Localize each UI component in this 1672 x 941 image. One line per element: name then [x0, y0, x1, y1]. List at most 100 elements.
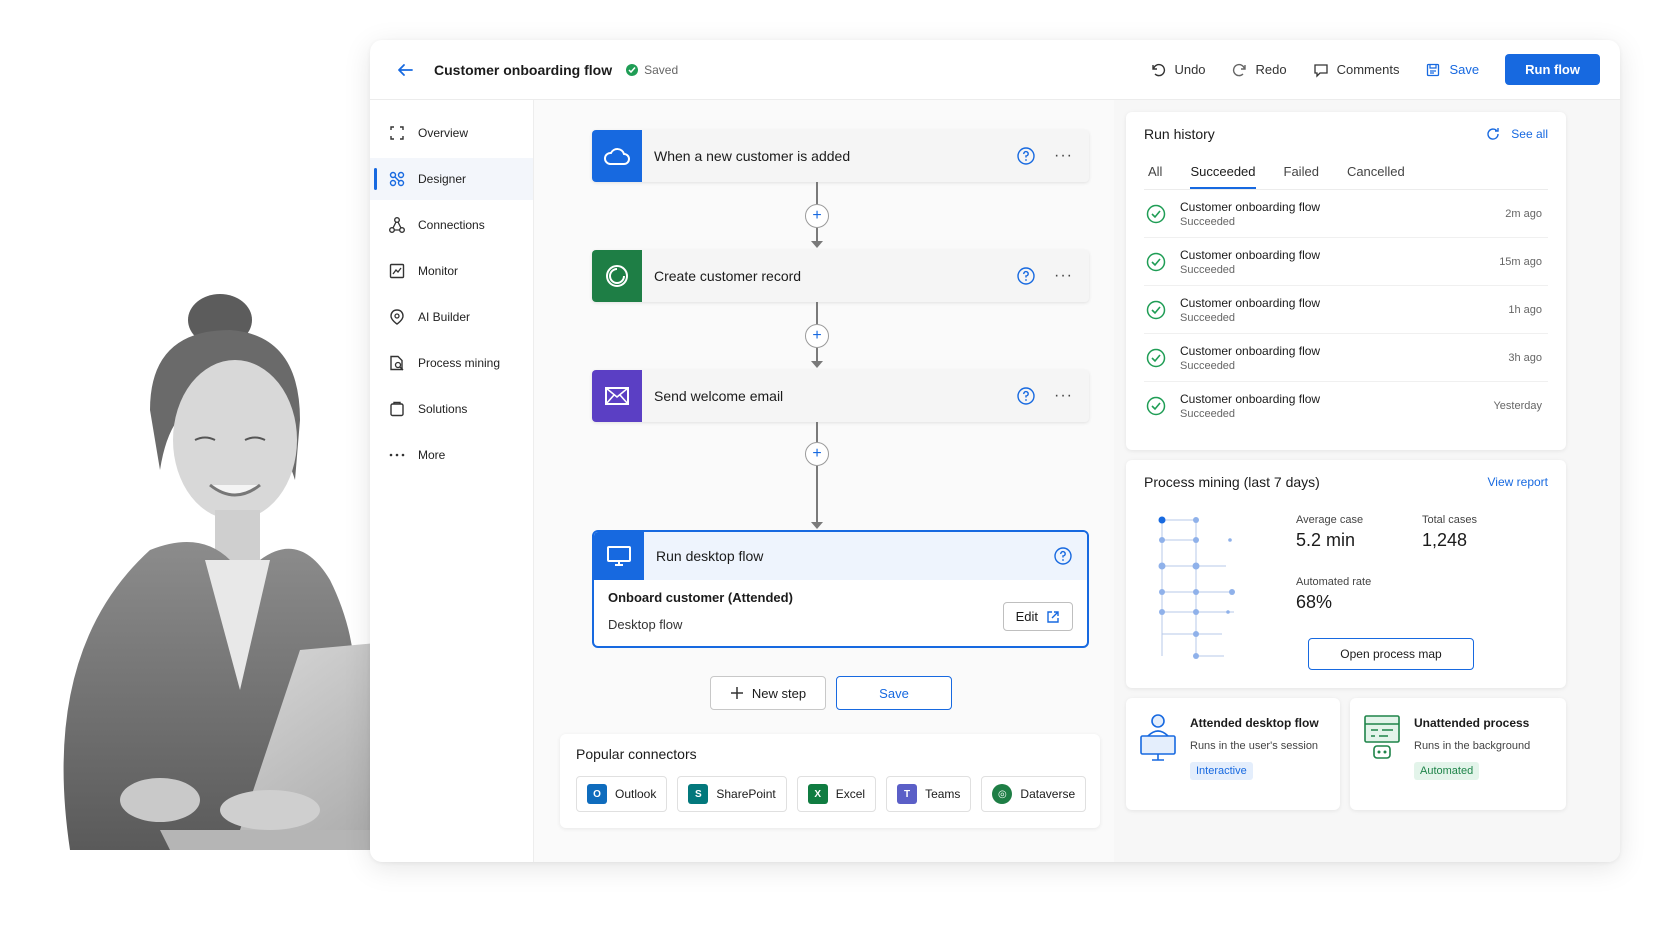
list-item[interactable]: Customer onboarding flow Succeeded 3h ag…	[1144, 334, 1548, 382]
new-step-button[interactable]: New step	[710, 676, 826, 710]
monitor-icon	[389, 263, 405, 279]
app-window: Customer onboarding flow Saved Undo Redo…	[370, 40, 1620, 862]
tab-failed[interactable]: Failed	[1284, 164, 1319, 189]
new-step-label: New step	[751, 685, 807, 701]
more-options-icon[interactable]: ···	[1054, 267, 1073, 285]
back-button[interactable]	[390, 55, 420, 85]
tab-succeeded[interactable]: Succeeded	[1190, 164, 1256, 189]
run-history-header: Run history See all	[1144, 126, 1548, 142]
check-circle-icon	[626, 63, 639, 76]
attended-user-icon	[1140, 714, 1176, 761]
connector-excel[interactable]: X Excel	[796, 776, 877, 812]
list-item[interactable]: Customer onboarding flow Succeeded 2m ag…	[1144, 190, 1548, 238]
sidebar-item-ai-builder[interactable]: AI Builder	[370, 296, 533, 338]
connector-label: Excel	[835, 787, 866, 801]
redo-icon	[1232, 63, 1246, 76]
sidebar-item-process-mining[interactable]: Process mining	[370, 342, 533, 384]
sidebar-item-label: AI Builder	[418, 310, 471, 324]
run-name: Customer onboarding flow	[1180, 343, 1321, 358]
designer-icon	[389, 171, 405, 187]
run-history-list: Customer onboarding flow Succeeded 2m ag…	[1144, 190, 1548, 430]
process-mining-title: Process mining (last 7 days)	[1144, 474, 1320, 490]
save-button[interactable]: Save	[1425, 62, 1479, 78]
connector-line	[816, 466, 818, 522]
help-icon[interactable]	[1016, 146, 1036, 166]
list-item[interactable]: Customer onboarding flow Succeeded 15m a…	[1144, 238, 1548, 286]
more-options-icon[interactable]: ···	[1054, 147, 1073, 165]
add-step-button[interactable]: +	[805, 442, 829, 466]
connector-teams[interactable]: T Teams	[886, 776, 972, 812]
sidebar-item-label: Connections	[418, 218, 485, 232]
save-label: Save	[1449, 62, 1480, 77]
teams-icon: T	[897, 784, 918, 804]
dataverse-icon	[592, 250, 642, 302]
tab-all[interactable]: All	[1148, 164, 1162, 189]
success-check-icon	[1146, 252, 1166, 271]
connector-line	[816, 422, 818, 442]
help-icon[interactable]	[1016, 386, 1036, 406]
list-item[interactable]: Customer onboarding flow Succeeded 1h ag…	[1144, 286, 1548, 334]
run-name: Customer onboarding flow	[1180, 392, 1321, 406]
run-name: Customer onboarding flow	[1180, 247, 1321, 262]
success-check-icon	[1146, 396, 1166, 416]
desktop-flow-step[interactable]: Run desktop flow Onboard customer (Atten…	[592, 530, 1089, 648]
attended-desktop-flow-card[interactable]: Attended desktop flow Runs in the user's…	[1126, 698, 1340, 810]
automated-rate-stat: Automated rate 68%	[1296, 576, 1371, 613]
popular-connectors-panel: Popular connectors O Outlook S SharePoin…	[560, 734, 1100, 828]
desktop-icon	[594, 532, 644, 580]
sidebar-item-label: Process mining	[418, 356, 501, 370]
run-text: Customer onboarding flow Succeeded	[1180, 200, 1505, 228]
help-icon[interactable]	[1016, 266, 1036, 286]
stat-label: Automated rate	[1296, 576, 1372, 588]
edit-button[interactable]: Edit	[1002, 602, 1073, 631]
attended-text: Attended desktop flow Runs in the user's…	[1190, 712, 1319, 796]
trigger-step[interactable]: When a new customer is added ···	[592, 130, 1089, 182]
view-report-link[interactable]: View report	[1488, 475, 1548, 489]
open-process-map-button[interactable]: Open process map	[1308, 638, 1474, 670]
interactive-badge: Interactive	[1190, 762, 1253, 780]
sidebar-item-label: More	[418, 448, 446, 462]
cloud-icon	[592, 130, 642, 182]
connector-outlook[interactable]: O Outlook	[576, 776, 668, 812]
add-step-button[interactable]: +	[805, 324, 829, 348]
send-email-step[interactable]: Send welcome email ···	[592, 370, 1089, 422]
unattended-text: Unattended process Runs in the backgroun…	[1414, 712, 1530, 796]
refresh-icon[interactable]	[1485, 126, 1501, 142]
tab-cancelled[interactable]: Cancelled	[1347, 164, 1405, 189]
connector-sharepoint[interactable]: S SharePoint	[677, 776, 787, 812]
sidebar-item-solutions[interactable]: Solutions	[370, 388, 533, 430]
sidebar-item-more[interactable]: More	[370, 434, 533, 476]
run-time: 15m ago	[1499, 255, 1542, 268]
see-all-link[interactable]: See all	[1485, 126, 1548, 142]
redo-button[interactable]: Redo	[1232, 62, 1287, 78]
unattended-process-card[interactable]: Unattended process Runs in the backgroun…	[1350, 698, 1566, 810]
add-step-button[interactable]: +	[805, 204, 829, 228]
canvas-save-button[interactable]: Save	[836, 676, 952, 710]
success-check-icon	[1146, 300, 1166, 319]
comment-icon	[1313, 63, 1328, 78]
create-record-step[interactable]: Create customer record ···	[592, 250, 1089, 302]
run-flow-button[interactable]: Run flow	[1505, 54, 1600, 85]
sidebar-item-connections[interactable]: Connections	[370, 204, 533, 246]
connector-label: Dataverse	[1020, 787, 1076, 801]
run-name: Customer onboarding flow	[1180, 295, 1321, 310]
comments-button[interactable]: Comments	[1313, 62, 1399, 78]
ai-builder-icon	[390, 309, 404, 325]
step-label: Create customer record	[654, 268, 802, 284]
sidebar-item-monitor[interactable]: Monitor	[370, 250, 533, 292]
sidebar-item-label: Designer	[418, 172, 467, 186]
sidebar-item-designer[interactable]: Designer	[370, 158, 533, 200]
connector-dataverse[interactable]: ◎ Dataverse	[981, 776, 1087, 812]
help-icon[interactable]	[1053, 546, 1073, 566]
run-status: Succeeded	[1180, 359, 1236, 372]
sidebar-item-overview[interactable]: Overview	[370, 112, 533, 154]
run-status: Succeeded	[1180, 263, 1236, 276]
top-bar: Customer onboarding flow Saved Undo Redo…	[370, 40, 1620, 100]
list-item[interactable]: Customer onboarding flow Succeeded Yeste…	[1144, 382, 1548, 430]
connector-label: SharePoint	[716, 787, 776, 801]
run-text: Customer onboarding flow Succeeded	[1180, 296, 1508, 324]
more-options-icon[interactable]: ···	[1054, 387, 1073, 405]
undo-button[interactable]: Undo	[1150, 62, 1206, 78]
run-time: Yesterday	[1493, 400, 1542, 412]
designer-canvas: When a new customer is added ··· + Creat…	[534, 100, 1114, 862]
